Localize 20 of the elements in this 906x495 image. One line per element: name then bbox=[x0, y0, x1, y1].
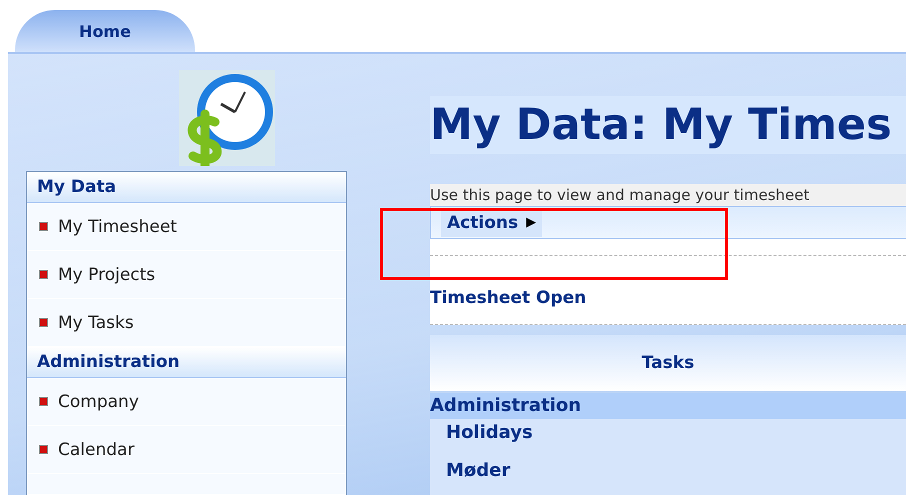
bullet-icon bbox=[39, 445, 48, 454]
sidebar-item[interactable]: Calendar bbox=[27, 426, 346, 474]
sidebar-section-title: My Data bbox=[27, 172, 346, 203]
clock-money-icon bbox=[179, 70, 275, 166]
sidebar-item[interactable]: My Timesheet bbox=[27, 203, 346, 251]
bullet-icon bbox=[39, 397, 48, 406]
bullet-icon bbox=[39, 318, 48, 327]
task-group-header: Administration bbox=[430, 393, 906, 419]
timesheet-status: Timesheet Open bbox=[430, 287, 588, 310]
page-title: My Data: My Times bbox=[430, 96, 906, 154]
sidebar-item[interactable]: My Projects bbox=[27, 251, 346, 299]
sidebar-section-title: Administration bbox=[27, 347, 346, 378]
tab[interactable]: Home bbox=[15, 10, 195, 52]
bullet-icon bbox=[39, 222, 48, 231]
task-name[interactable]: Møder bbox=[446, 457, 906, 495]
bullet-icon bbox=[39, 270, 48, 279]
task-name[interactable]: Holidays bbox=[446, 419, 906, 457]
tasks-heading: Tasks bbox=[430, 335, 906, 391]
page-description: Use this page to view and manage your timesheet bbox=[430, 184, 906, 206]
sidebar-item[interactable]: Company bbox=[27, 378, 346, 426]
